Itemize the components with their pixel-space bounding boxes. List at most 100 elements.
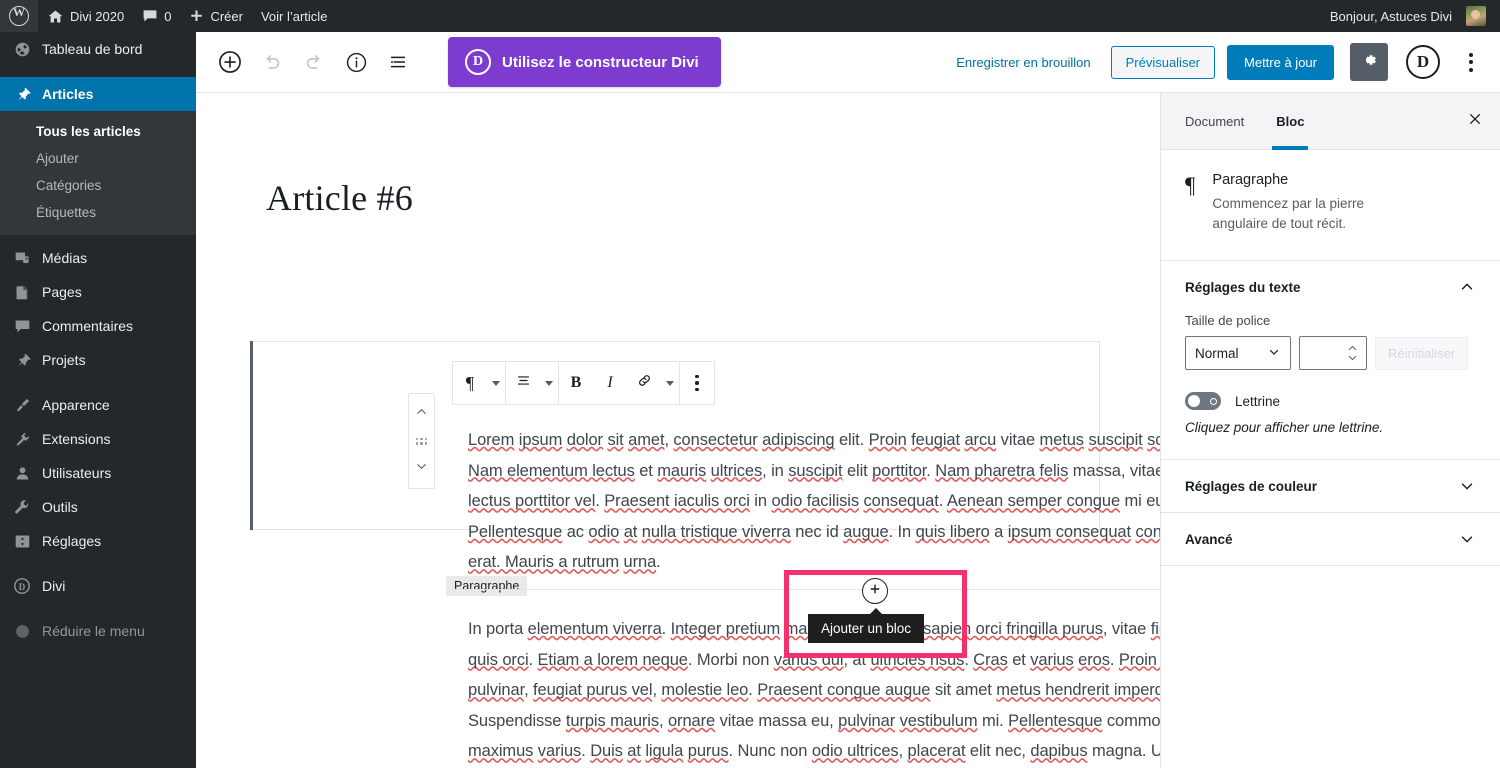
text-run: in [749, 492, 772, 511]
sidebar-item-tools[interactable]: Outils [0, 490, 196, 524]
block-options-group [680, 362, 714, 404]
site-name-menu[interactable]: Divi 2020 [38, 0, 133, 32]
more-formatting-dropdown[interactable] [661, 362, 679, 404]
sidebar-item-users[interactable]: Utilisateurs [0, 456, 196, 490]
bold-button[interactable]: B [559, 362, 593, 404]
font-size-select[interactable]: Normal [1185, 336, 1291, 370]
italic-button[interactable]: I [593, 362, 627, 404]
sidebar-item-comments[interactable]: Commentaires [0, 309, 196, 343]
tab-block[interactable]: Bloc [1260, 93, 1320, 150]
my-account-menu[interactable]: Bonjour, Astuces Divi [1321, 0, 1500, 32]
update-button[interactable]: Mettre à jour [1227, 44, 1334, 80]
sidebar-item-label: Réduire le menu [42, 623, 145, 639]
reset-font-size-button[interactable]: Réinitialiser [1375, 336, 1469, 370]
sidebar-item-settings[interactable]: Réglages [0, 524, 196, 558]
content-info-button[interactable] [338, 44, 374, 80]
sidebar-item-articles[interactable]: Articles [0, 77, 196, 111]
sidebar-subitem-add-new[interactable]: Ajouter [0, 145, 196, 172]
tab-document[interactable]: Document [1169, 93, 1260, 149]
sidebar-subitem-label: Ajouter [36, 151, 79, 166]
panel-title: Réglages du texte [1185, 279, 1301, 295]
divi-badge-icon: D [465, 49, 491, 75]
undo-button[interactable] [254, 44, 290, 80]
link-button[interactable] [627, 362, 661, 404]
sidebar-item-pages[interactable]: Pages [0, 275, 196, 309]
sidebar-submenu-articles: Tous les articles Ajouter Catégories Éti… [0, 111, 196, 235]
spellcheck-word: placerat [907, 742, 966, 761]
number-stepper-icon[interactable] [1347, 345, 1358, 361]
sidebar-subitem-all-posts[interactable]: Tous les articles [0, 118, 196, 145]
spellcheck-word: Proin quis [1118, 650, 1161, 669]
comments-count: 0 [164, 8, 172, 24]
view-post-link[interactable]: Voir l’article [252, 0, 336, 32]
align-group [506, 362, 559, 404]
panel-color-settings-header[interactable]: Réglages de couleur [1161, 460, 1500, 512]
sidebar-item-plugins[interactable]: Extensions [0, 422, 196, 456]
brush-icon [12, 395, 32, 415]
sidebar-item-label: Réglages [42, 533, 102, 549]
move-block-up-button[interactable] [409, 399, 434, 429]
dropcap-help-text: Cliquez pour afficher une lettrine. [1185, 420, 1384, 435]
home-icon [47, 8, 64, 25]
sidebar-item-dashboard[interactable]: Tableau de bord [0, 32, 196, 66]
dropcap-toggle[interactable] [1185, 392, 1221, 410]
sidebar-subitem-label: Catégories [36, 178, 102, 193]
pin-icon [12, 350, 32, 370]
kebab-menu-icon [1469, 52, 1473, 57]
more-options-button[interactable] [1456, 45, 1486, 79]
chevron-down-icon [666, 380, 674, 386]
close-sidebar-button[interactable] [1450, 93, 1500, 149]
sidebar-subitem-categories[interactable]: Catégories [0, 172, 196, 199]
sidebar-item-divi[interactable]: D Divi [0, 569, 196, 603]
text-run: , [659, 711, 668, 730]
settings-sidebar-toggle[interactable] [1350, 43, 1388, 81]
sidebar-item-media[interactable]: Médias [0, 241, 196, 275]
sidebar-subitem-tags[interactable]: Étiquettes [0, 199, 196, 226]
divi-options-button[interactable]: D [1406, 45, 1440, 79]
sidebar-item-projects[interactable]: Projets [0, 343, 196, 377]
chevron-down-icon [492, 380, 500, 386]
redo-button[interactable] [296, 44, 332, 80]
block-type-dropdown[interactable] [487, 362, 505, 404]
panel-text-settings-header[interactable]: Réglages du texte [1161, 261, 1500, 313]
block-options-button[interactable] [680, 362, 714, 404]
use-divi-builder-button[interactable]: D Utilisez le constructeur Divi [448, 37, 721, 87]
block-type-button[interactable]: ¶ [453, 362, 487, 404]
text-run: magna. Ut est [1091, 742, 1161, 761]
paragraph-icon: ¶ [1185, 173, 1196, 198]
editor-header: D Utilisez le constructeur Divi Enregist… [196, 32, 1500, 93]
spellcheck-word: feugiat [911, 431, 960, 449]
panel-title: Réglages de couleur [1185, 478, 1318, 494]
dropcap-toggle-row: Lettrine [1185, 392, 1476, 410]
svg-text:D: D [19, 582, 26, 592]
page-title[interactable]: Article #6 [266, 177, 413, 219]
pin-icon [12, 84, 32, 104]
wordpress-logo-button[interactable] [0, 0, 38, 32]
sidebar-item-appearance[interactable]: Apparence [0, 388, 196, 422]
spellcheck-word: Pellentesque [1008, 711, 1103, 730]
media-icon [12, 248, 32, 268]
block-info-card: ¶ Paragraphe Commencez par la pierre ang… [1161, 150, 1500, 261]
chevron-down-icon [1458, 530, 1476, 548]
inserter-plus-button[interactable] [862, 578, 888, 604]
save-draft-button[interactable]: Enregistrer en brouillon [948, 49, 1098, 76]
preview-button[interactable]: Prévisualiser [1110, 45, 1216, 79]
text-run: . [595, 492, 605, 511]
spellcheck-word: Integer pretium [670, 620, 781, 638]
sidebar-item-collapse-menu[interactable]: Réduire le menu [0, 614, 196, 648]
spellcheck-word: Proin [868, 431, 907, 449]
align-button[interactable] [506, 362, 540, 404]
spellcheck-word: ipsum [518, 431, 563, 449]
spellcheck-word: turpis mauris [565, 711, 660, 730]
align-dropdown[interactable] [540, 362, 558, 404]
list-view-button[interactable] [380, 44, 416, 80]
paragraph-block-1[interactable]: Lorem ipsum dolor sit amet, consectetur … [468, 425, 1161, 578]
font-size-input[interactable] [1299, 336, 1367, 370]
comments-bubble[interactable]: 0 [133, 0, 180, 32]
drag-handle-icon[interactable] [415, 437, 428, 445]
panel-advanced-header[interactable]: Avancé [1161, 513, 1500, 565]
move-block-down-button[interactable] [409, 454, 434, 484]
add-block-button[interactable] [212, 44, 248, 80]
new-content-menu[interactable]: Créer [180, 0, 252, 32]
